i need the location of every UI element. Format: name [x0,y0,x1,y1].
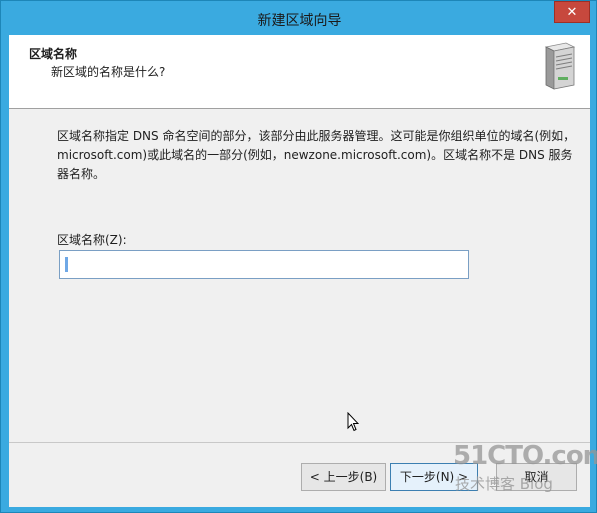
text-caret [65,257,68,272]
page-title: 区域名称 [29,47,78,61]
close-icon: ✕ [566,5,578,20]
zone-name-input[interactable] [59,250,469,279]
page-subtitle: 新区域的名称是什么? [51,65,166,79]
next-button[interactable]: 下一步(N) > [390,463,478,491]
cancel-button[interactable]: 取消 [496,463,577,491]
close-button[interactable]: ✕ [554,1,590,23]
window-title: 新建区域向导 [257,13,342,29]
zone-name-label: 区域名称(Z): [57,233,127,247]
wizard-header: 区域名称 新区域的名称是什么? [9,35,590,109]
title-bar[interactable]: 新建区域向导 ✕ [1,1,597,35]
mouse-pointer-icon [347,412,359,432]
wizard-window: 新建区域向导 ✕ 区域名称 新区域的名称是什么? 区域名称指定 DNS 命名空间… [0,0,597,513]
back-button[interactable]: < 上一步(B) [301,463,386,491]
server-icon [544,42,576,90]
wizard-client-area: 区域名称 新区域的名称是什么? 区域名称指定 DNS 命名空间的部分，该部分由此… [9,35,590,507]
zone-name-description: 区域名称指定 DNS 命名空间的部分，该部分由此服务器管理。这可能是你组织单位的… [57,129,576,181]
footer-separator [9,442,590,443]
